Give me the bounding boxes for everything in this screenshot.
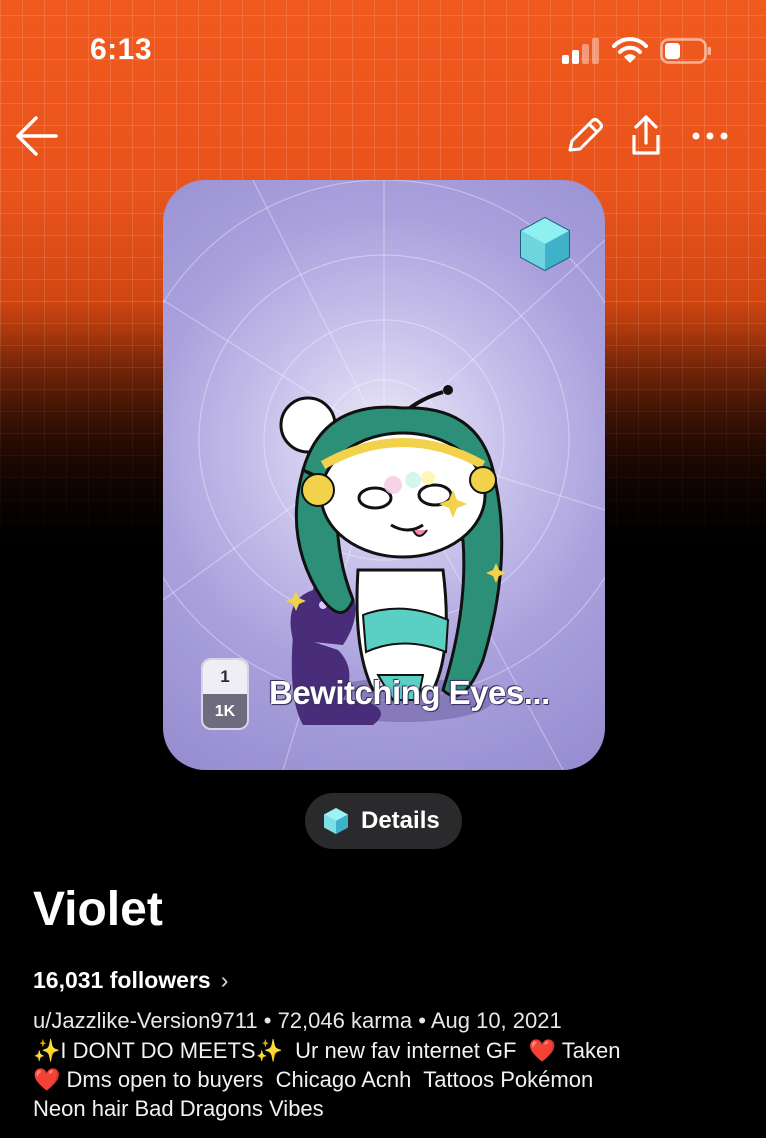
profile-name: Violet [33, 883, 163, 936]
bio-line: Neon hair Bad Dragons Vibes [33, 1096, 324, 1121]
profile-bio: ✨I DONT DO MEETS✨ Ur new fav internet GF… [33, 1036, 733, 1123]
followers-count: 16,031 followers [33, 967, 211, 993]
details-label: Details [361, 807, 440, 834]
edit-button[interactable] [558, 110, 610, 162]
chevron-right-icon: › [220, 967, 229, 993]
battery-icon [660, 38, 711, 64]
edition-total: 1K [214, 703, 236, 720]
nft-avatar-card[interactable]: 1 1K Bewitching Eyes... [163, 180, 605, 770]
status-time: 6:13 [90, 33, 153, 66]
separator: • [418, 1008, 426, 1033]
collectible-gem-icon [520, 216, 570, 272]
top-nav [0, 100, 766, 170]
username: u/Jazzlike-Version9711 [33, 1008, 258, 1033]
pencil-icon [568, 118, 603, 152]
karma: 72,046 karma [277, 1008, 413, 1033]
bio-line: ✨I DONT DO MEETS✨ Ur new fav internet GF… [33, 1038, 621, 1063]
bio-line: ❤️ Dms open to buyers Chicago Acnh Tatto… [33, 1067, 594, 1092]
profile-meta: u/Jazzlike-Version9711 • 72,046 karma • … [33, 1008, 562, 1034]
gem-icon [324, 808, 348, 834]
nft-name: Bewitching Eyes... [269, 674, 550, 711]
cellular-signal-icon [562, 38, 599, 64]
edition-number: 1 [203, 660, 247, 694]
status-bar: 6:13 [0, 0, 766, 100]
details-button[interactable]: Details [305, 793, 462, 849]
wifi-icon [612, 37, 648, 63]
edition-badge: 1 1K [201, 658, 249, 730]
separator: • [263, 1008, 272, 1033]
more-icon [692, 132, 728, 140]
arrow-left-icon [16, 116, 58, 156]
more-options-button[interactable] [684, 110, 736, 162]
share-button[interactable] [620, 110, 672, 162]
cake-day: Aug 10, 2021 [430, 1008, 562, 1033]
followers-link[interactable]: 16,031 followers › [33, 967, 228, 994]
avatar-illustration [279, 385, 506, 725]
back-button[interactable] [10, 110, 62, 162]
share-icon [632, 115, 660, 155]
